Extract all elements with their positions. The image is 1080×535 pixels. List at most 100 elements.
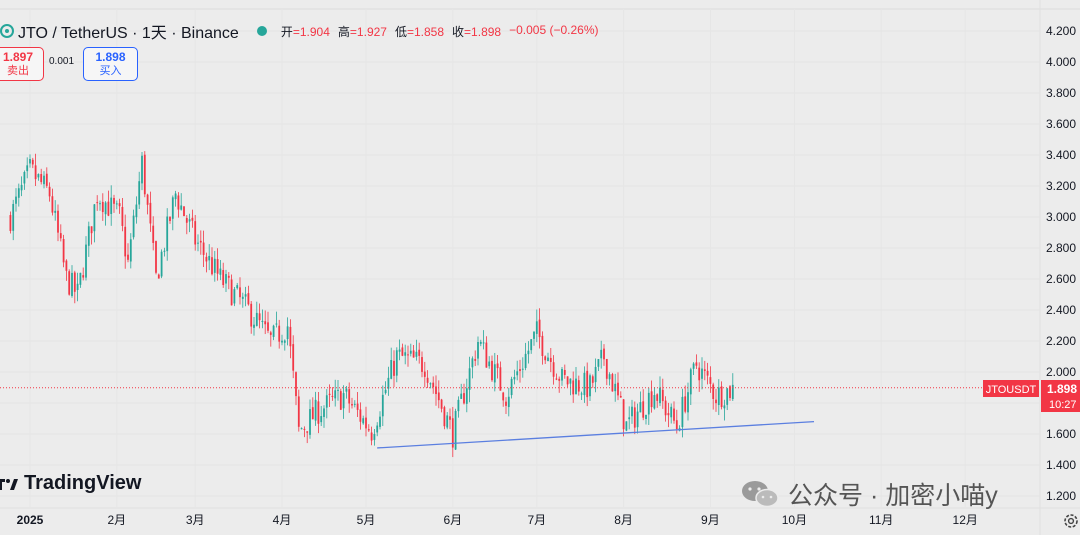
candle-body [57, 210, 59, 233]
candle-body [681, 396, 684, 428]
candle-body [208, 255, 211, 261]
price-tick-label: 1.400 [1046, 458, 1076, 472]
candle-body [636, 411, 639, 428]
candle-body [169, 216, 171, 221]
candle-body [76, 283, 79, 291]
candle-body [717, 387, 720, 406]
time-tick-label: 8月 [614, 513, 633, 527]
time-tick-label: 6月 [443, 513, 462, 527]
candle-body [541, 335, 544, 356]
candle-body [82, 275, 85, 278]
candle-body [367, 429, 370, 431]
candle-body [513, 377, 516, 380]
candle-body [37, 174, 40, 178]
candle-body [85, 244, 87, 278]
candle-body [292, 344, 295, 371]
sell-button[interactable]: 1.897 卖出 [0, 47, 44, 81]
candle-body [124, 226, 127, 257]
sell-label: 卖出 [7, 65, 29, 77]
candle-body [692, 363, 695, 369]
candle-body [549, 357, 552, 362]
candle-body [101, 201, 104, 213]
candle-body [485, 342, 488, 368]
candle-body [353, 403, 356, 405]
candle-body [12, 203, 15, 231]
price-tick-label: 2.800 [1046, 241, 1076, 255]
candle-body [437, 392, 440, 401]
candle-body [71, 272, 73, 296]
price-tick-label: 3.000 [1046, 210, 1076, 224]
candle-body [709, 377, 712, 384]
candle-body [348, 389, 351, 404]
time-tick-label: 10月 [782, 513, 807, 527]
settings-gear-icon[interactable] [1062, 512, 1080, 530]
symbol-title[interactable]: JTO / TetherUS · 1天 · Binance [18, 19, 239, 43]
price-tick-label: 4.200 [1046, 24, 1076, 38]
candle-body [20, 184, 23, 191]
candle-body [342, 393, 345, 409]
candle-body [653, 395, 656, 409]
candle-body [720, 386, 723, 408]
candle-body [174, 193, 177, 200]
candle-body [177, 195, 180, 210]
candle-body [527, 350, 530, 355]
time-tick-label: 7月 [527, 513, 546, 527]
time-tick-label: 5月 [357, 513, 376, 527]
candle-body [667, 413, 670, 416]
candle-body [62, 239, 65, 263]
candle-body [376, 425, 379, 433]
candle-body [317, 401, 320, 424]
candle-body [594, 366, 597, 383]
candle-body [625, 421, 628, 431]
candle-body [323, 408, 325, 417]
candle-body [673, 408, 675, 421]
candle-body [659, 387, 661, 404]
candle-body [502, 392, 505, 401]
time-tick-label: 2月 [107, 513, 126, 527]
candle-body [650, 391, 653, 408]
candle-body [387, 377, 390, 389]
candle-body [401, 347, 404, 356]
candle-body [337, 389, 339, 391]
candle-body [96, 202, 99, 204]
price-chart[interactable]: 4.200 4.000 3.800 3.600 3.400 3.200 3.000 2.800… [0, 0, 1080, 535]
candle-body [34, 165, 37, 180]
price-tick-label: 3.400 [1046, 148, 1076, 162]
candle-body [365, 417, 367, 429]
candle-body [328, 393, 331, 395]
symbol-tag: JTOUSDT [986, 384, 1037, 396]
candle-body [516, 371, 519, 376]
candle-body [603, 348, 605, 360]
wechat-icon [742, 481, 779, 508]
candle-body [197, 242, 199, 244]
ohlc-label: 收 [452, 24, 465, 39]
candle-body [583, 372, 586, 396]
candle-body [115, 203, 118, 205]
candle-body [552, 362, 555, 377]
candle-body [65, 260, 68, 271]
ohlc-value: =1.927 [349, 24, 387, 39]
tradingview-logo[interactable]: TradingView [0, 472, 141, 495]
candle-body [29, 159, 31, 164]
candle-body [9, 215, 12, 231]
candle-body [723, 405, 726, 409]
price-tick-label: 3.200 [1046, 179, 1076, 193]
candle-body [631, 406, 633, 417]
candle-body [488, 361, 491, 367]
chart-header: JTO / TetherUS · 1天 · Binance 开=1.904 高=… [0, 20, 599, 42]
ohlc-value: =1.858 [406, 24, 445, 39]
candle-body [510, 378, 513, 396]
candle-body [216, 259, 219, 274]
change-value: −0.005 (−0.26%) [509, 22, 599, 37]
candle-body [393, 360, 395, 376]
candle-body [524, 353, 527, 369]
candle-body [611, 374, 614, 392]
candle-body [521, 368, 524, 370]
candle-body [230, 279, 233, 306]
buy-button[interactable]: 1.898 买入 [83, 47, 138, 81]
tradingview-label: TradingView [24, 472, 142, 494]
sell-price: 1.897 [2, 50, 34, 64]
candle-body [236, 285, 239, 289]
candle-body [107, 201, 110, 216]
candle-body [43, 175, 45, 185]
